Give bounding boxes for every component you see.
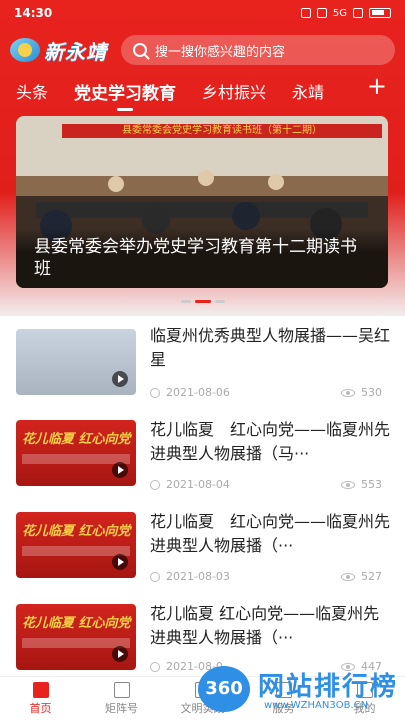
wifi-icon [353, 8, 363, 18]
news-item[interactable]: 花儿临夏 红心向党 花儿临夏 红心向党——临夏州先进典型人物展播（马··· 20… [0, 408, 405, 500]
views-icon [341, 572, 355, 581]
news-title: 花儿临夏 红心向党——临夏州先进典型人物展播（马··· [150, 420, 390, 463]
banner-carousel[interactable]: 县委常委会党史学习教育读书班（第十二期） 县委常委会举办党史学习教育第十二期读书… [16, 116, 388, 288]
news-meta: 2021-08-04 553 [150, 478, 382, 491]
carousel-dot [180, 300, 191, 303]
thumbnail-text: 花儿临夏 红心向党 [22, 524, 131, 539]
news-list: 临夏州优秀典型人物展播——吴红星 2021-08-06 530 花儿临夏 红心向… [0, 316, 405, 676]
thumbnail-banner [22, 454, 130, 464]
status-time: 14:30 [14, 6, 53, 20]
news-views: 527 [361, 570, 382, 583]
vibrate-icon [316, 8, 327, 18]
battery-icon [369, 8, 391, 18]
watermark-url: www.WZHAN3OB.CN [264, 700, 369, 711]
nav-home[interactable]: 首页 [0, 677, 81, 720]
thumbnail-text: 花儿临夏 红心向党 [22, 432, 131, 447]
news-title: 花儿临夏 红心向党——临夏州先进典型人物展播（··· [150, 512, 390, 555]
logo-mark-icon [10, 38, 40, 62]
news-date: 2021-08-03 [166, 570, 230, 583]
tab-rural-revitalization[interactable]: 乡村振兴 [202, 79, 266, 103]
news-views: 530 [361, 386, 382, 399]
play-icon [112, 462, 128, 478]
news-thumbnail: 花儿临夏 红心向党 [16, 420, 136, 486]
clock-icon [150, 387, 160, 398]
play-icon [112, 554, 128, 570]
search-placeholder: 搜一搜你感兴趣的内容 [155, 44, 286, 60]
thumbnail-banner [22, 638, 130, 648]
watermark-text: 网站排行榜 [258, 672, 399, 702]
news-date: 2021-08-04 [166, 478, 230, 491]
carousel-dot-active [194, 300, 211, 303]
news-views: 553 [361, 478, 382, 491]
watermark: 360 网站排行榜 www.WZHAN3OB.CN [198, 664, 405, 718]
news-item[interactable]: 临夏州优秀典型人物展播——吴红星 2021-08-06 530 [0, 316, 405, 408]
play-icon [112, 371, 128, 387]
clock-icon [150, 571, 160, 582]
nav-label: 首页 [29, 701, 52, 715]
tab-headlines[interactable]: 头条 [16, 79, 48, 103]
app-logo[interactable]: 新永靖 [10, 36, 107, 65]
news-item[interactable]: 花儿临夏 红心向党 花儿临夏 红心向党——临夏州先进典型人物展播（··· 202… [0, 500, 405, 592]
news-meta: 2021-08-03 527 [150, 570, 382, 583]
add-channel-button[interactable]: + [367, 74, 387, 98]
alarm-icon [300, 8, 311, 18]
banner-caption: 县委常委会举办党史学习教育第十二期读书班 [16, 228, 388, 288]
network-label: 5G [332, 7, 347, 19]
banner-sign-text: 县委常委会党史学习教育读书班（第十二期） [62, 124, 382, 138]
carousel-dots [0, 300, 405, 303]
news-thumbnail: 花儿临夏 红心向党 [16, 512, 136, 578]
clock-icon [150, 661, 160, 672]
news-date: 2021-08-06 [166, 386, 230, 399]
news-thumbnail: 花儿临夏 红心向党 [16, 604, 136, 670]
nav-label: 矩阵号 [105, 701, 138, 715]
thumbnail-banner [22, 546, 130, 556]
channel-tabs: 头条 党史学习教育 乡村振兴 永靖 [0, 76, 405, 106]
logo-text: 新永靖 [44, 39, 107, 64]
thumbnail-text: 花儿临夏 红心向党 [22, 616, 131, 631]
news-title: 花儿临夏 红心向党——临夏州先进典型人物展播（··· [150, 604, 380, 647]
views-icon [341, 480, 355, 489]
status-icons: 5G [300, 7, 391, 19]
views-icon [341, 388, 355, 397]
search-icon [133, 43, 147, 57]
tab-yongjing[interactable]: 永靖 [292, 79, 324, 103]
top-row: 新永靖 搜一搜你感兴趣的内容 [0, 30, 405, 70]
watermark-badge: 360 [198, 666, 250, 712]
news-title: 临夏州优秀典型人物展播——吴红星 [150, 326, 390, 369]
news-meta: 2021-08-06 530 [150, 386, 382, 399]
tab-party-history[interactable]: 党史学习教育 [74, 79, 176, 104]
clock-icon [150, 479, 160, 490]
status-bar: 14:30 5G [0, 0, 405, 26]
news-thumbnail [16, 329, 136, 395]
bookmark-icon [113, 681, 130, 698]
carousel-dot [214, 300, 225, 303]
home-icon [32, 681, 49, 698]
search-bar[interactable]: 搜一搜你感兴趣的内容 [121, 35, 395, 65]
play-icon [112, 646, 128, 662]
nav-matrix[interactable]: 矩阵号 [81, 677, 162, 720]
